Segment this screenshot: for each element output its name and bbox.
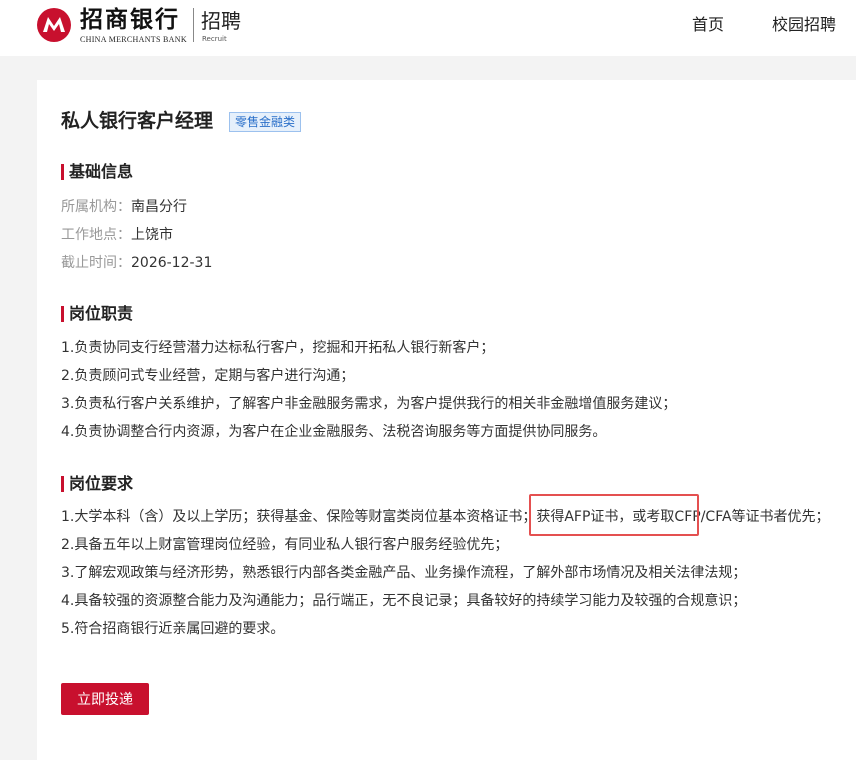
- top-header: 招商银行 CHINA MERCHANTS BANK 招聘 Recruit 首页 …: [0, 0, 856, 56]
- info-label: 所属机构：: [61, 199, 131, 215]
- job-detail-card: 私人银行客户经理 零售金融类 基础信息 所属机构：南昌分行 工作地点：上饶市 截…: [37, 80, 856, 760]
- info-value: 南昌分行: [131, 199, 187, 215]
- job-title: 私人银行客户经理: [61, 110, 214, 132]
- duty-item: 2.负责顾问式专业经营，定期与客户进行沟通；: [61, 368, 355, 384]
- info-row-org: 所属机构：南昌分行: [61, 197, 187, 217]
- job-category-tag: 零售金融类: [229, 112, 302, 132]
- info-value: 上饶市: [131, 227, 173, 243]
- duty-item: 4.负责协调整合行内资源，为客户在企业金融服务、法税咨询服务等方面提供协同服务。: [61, 424, 607, 440]
- requirement-item: 3.了解宏观政策与经济形势，熟悉银行内部各类金融产品、业务操作流程，了解外部市场…: [61, 565, 747, 581]
- apply-button[interactable]: 立即投递: [61, 683, 149, 715]
- info-row-deadline: 截止时间：2026-12-31: [61, 253, 212, 273]
- requirement-item: 5.符合招商银行近亲属回避的要求。: [61, 621, 285, 637]
- annotation-highlight-box: [529, 494, 699, 536]
- requirement-item: 1.大学本科（含）及以上学历；获得基金、保险等财富类岗位基本资格证书；获得AFP…: [61, 509, 830, 525]
- nav-home[interactable]: 首页: [692, 14, 724, 36]
- info-value: 2026-12-31: [131, 255, 213, 271]
- requirement-item: 4.具备较强的资源整合能力及沟通能力；品行端正，无不良记录；具备较好的持续学习能…: [61, 593, 747, 609]
- section-requirements: 岗位要求: [61, 474, 133, 494]
- info-label: 工作地点：: [61, 227, 131, 243]
- logo-divider: [193, 8, 194, 42]
- cmb-logo-icon[interactable]: [36, 7, 72, 43]
- section-basic-info: 基础信息: [61, 162, 133, 182]
- logo-english-text: CHINA MERCHANTS BANK: [80, 35, 187, 44]
- logo-recruit-english: Recruit: [202, 35, 227, 43]
- info-row-location: 工作地点：上饶市: [61, 225, 173, 245]
- logo-text: 招商银行: [80, 6, 180, 33]
- section-duties: 岗位职责: [61, 304, 133, 324]
- duty-item: 3.负责私行客户关系维护，了解客户非金融服务需求，为客户提供我行的相关非金融增值…: [61, 396, 677, 412]
- requirement-item: 2.具备五年以上财富管理岗位经验，有同业私人银行客户服务经验优先；: [61, 537, 509, 553]
- logo-recruit-text: 招聘: [201, 9, 241, 33]
- info-label: 截止时间：: [61, 255, 131, 271]
- duty-item: 1.负责协同支行经营潜力达标私行客户，挖掘和开拓私人银行新客户；: [61, 340, 495, 356]
- nav-campus-recruit[interactable]: 校园招聘: [772, 14, 836, 36]
